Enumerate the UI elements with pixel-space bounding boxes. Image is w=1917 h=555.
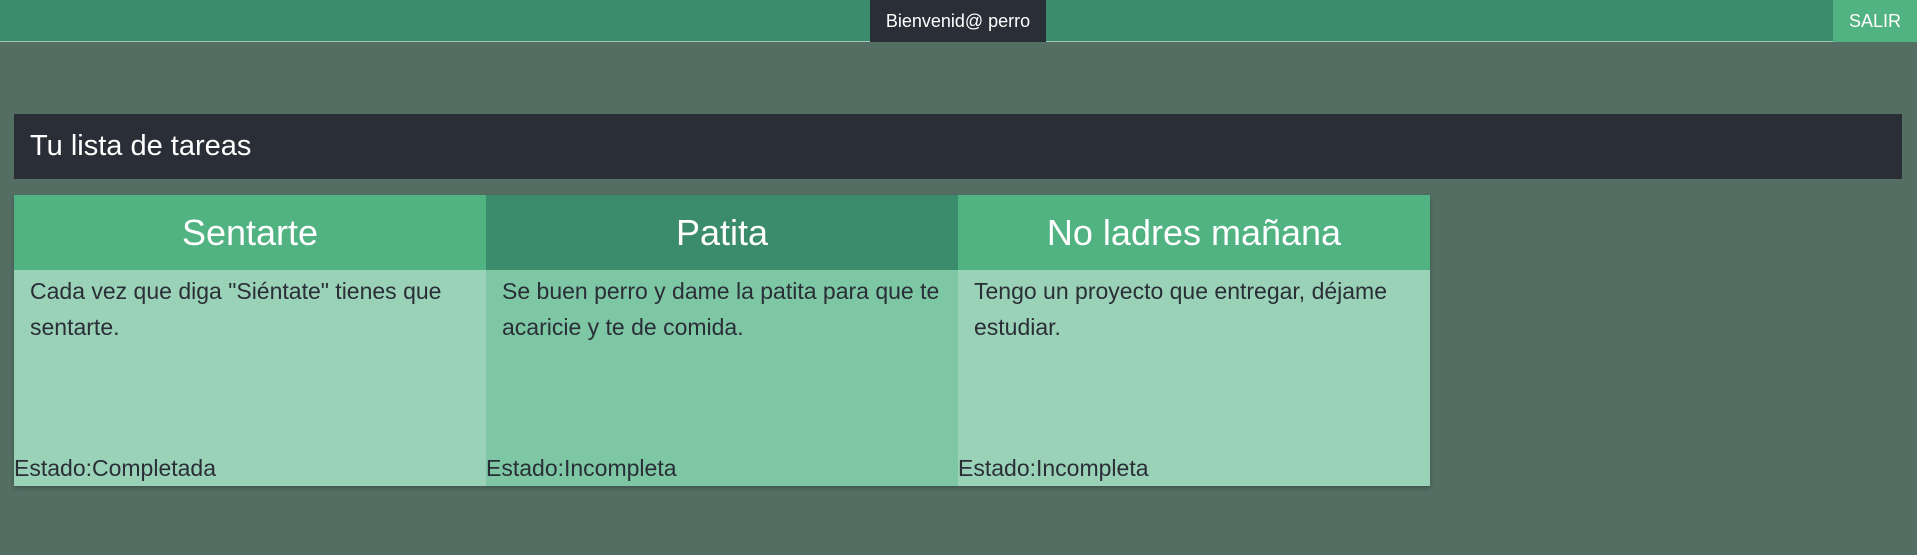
welcome-message: Bienvenid@ perro xyxy=(870,0,1046,42)
task-status: Estado:Incompleta xyxy=(486,455,677,481)
task-list-title: Tu lista de tareas xyxy=(14,114,1902,179)
task-card[interactable]: Patita Se buen perro y dame la patita pa… xyxy=(486,195,958,486)
task-card[interactable]: No ladres mañana Tengo un proyecto que e… xyxy=(958,195,1430,486)
task-description: Tengo un proyecto que entregar, déjame e… xyxy=(974,278,1388,340)
logout-button[interactable]: SALIR xyxy=(1833,0,1917,42)
task-description: Se buen perro y dame la patita para que … xyxy=(502,278,940,340)
task-title: Sentarte xyxy=(14,195,486,270)
task-status: Estado:Completada xyxy=(14,455,217,481)
top-navbar: Bienvenid@ perro SALIR xyxy=(0,0,1917,42)
task-description: Cada vez que diga "Siéntate" tienes que … xyxy=(30,278,442,340)
task-title: No ladres mañana xyxy=(958,195,1430,270)
task-status: Estado:Incompleta xyxy=(958,455,1149,481)
task-cards: Sentarte Cada vez que diga "Siéntate" ti… xyxy=(14,195,1430,486)
task-title: Patita xyxy=(486,195,958,270)
task-card[interactable]: Sentarte Cada vez que diga "Siéntate" ti… xyxy=(14,195,486,486)
